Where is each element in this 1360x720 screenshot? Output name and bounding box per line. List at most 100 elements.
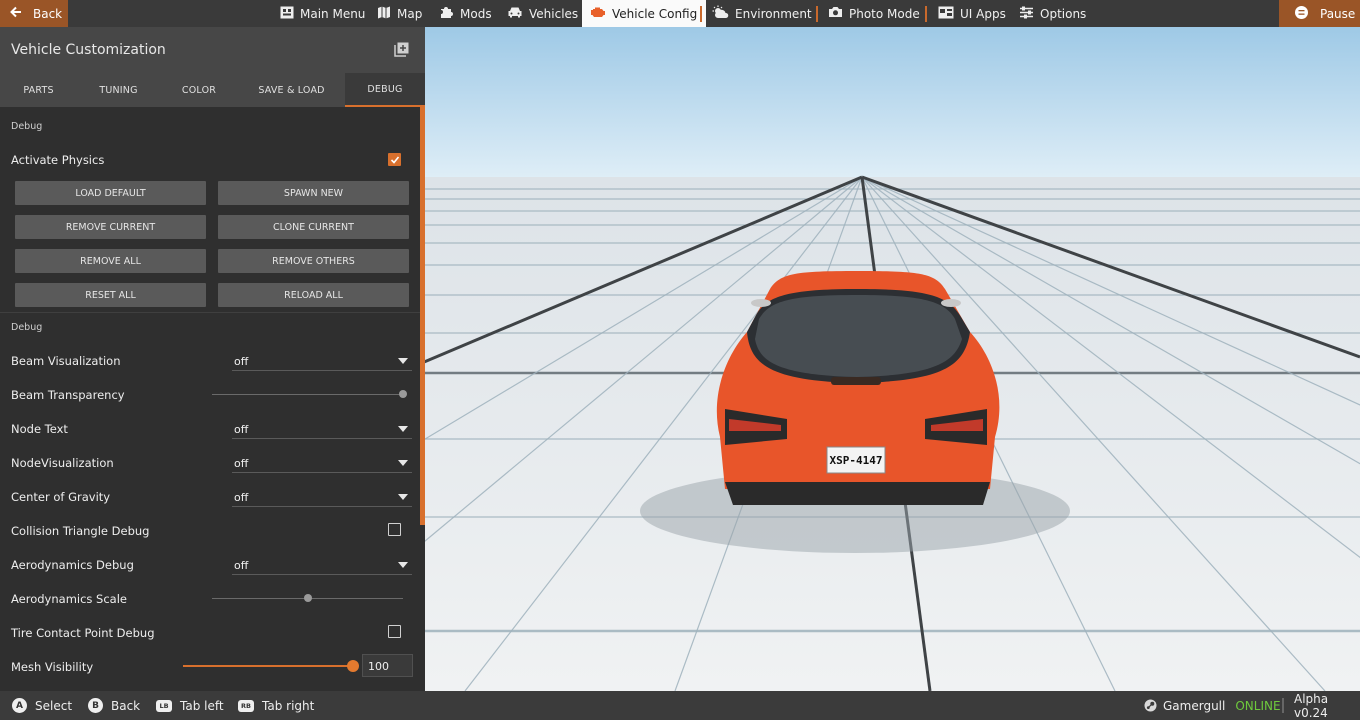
hint-label: Tab left bbox=[180, 698, 224, 713]
pause-icon bbox=[1295, 5, 1308, 22]
reset-all-button[interactable]: RESET ALL bbox=[15, 283, 206, 307]
mesh-visibility-input[interactable]: 100 bbox=[362, 654, 413, 677]
checkmark-icon bbox=[390, 155, 399, 164]
panel-tabs: PARTS TUNING COLOR SAVE & LOAD DEBUG bbox=[0, 73, 425, 107]
menu-environment[interactable]: Environment bbox=[712, 0, 812, 27]
menu-label: UI Apps bbox=[960, 6, 1006, 21]
back-button[interactable]: Back bbox=[0, 0, 68, 27]
scene-render: XSP-4147 bbox=[425, 27, 1360, 691]
mesh-visibility-knob[interactable] bbox=[347, 660, 359, 672]
beam-transparency-label: Beam Transparency bbox=[11, 388, 125, 402]
hint-label: Tab right bbox=[262, 698, 315, 713]
tire-contact-point-debug-checkbox[interactable] bbox=[388, 625, 401, 638]
hint-back: B Back bbox=[88, 691, 140, 720]
menu-mods[interactable]: Mods bbox=[440, 0, 492, 27]
menu-options[interactable]: Options bbox=[1019, 0, 1086, 27]
activate-physics-checkbox[interactable] bbox=[388, 153, 401, 166]
chevron-down-icon bbox=[398, 494, 408, 500]
online-status: ONLINE bbox=[1235, 698, 1281, 713]
tab-tuning[interactable]: TUNING bbox=[77, 73, 160, 107]
menu-ui-apps[interactable]: UI Apps bbox=[938, 0, 1006, 27]
main-menu-icon bbox=[280, 6, 300, 22]
top-menu-bar: Back Main Menu Map Mods Vehicles Vehicle… bbox=[0, 0, 1360, 27]
node-text-select[interactable]: off bbox=[232, 419, 412, 439]
beam-transparency-knob[interactable] bbox=[399, 390, 407, 398]
activate-physics-label: Activate Physics bbox=[11, 153, 105, 167]
menu-map[interactable]: Map bbox=[377, 0, 422, 27]
pause-button[interactable]: Pause bbox=[1279, 0, 1360, 27]
menu-vehicles[interactable]: Vehicles bbox=[507, 0, 578, 27]
beam-visualization-select[interactable]: off bbox=[232, 351, 412, 371]
user-info: Gamergull ONLINE bbox=[1144, 691, 1281, 720]
pause-label: Pause bbox=[1320, 6, 1356, 21]
collision-triangle-debug-label: Collision Triangle Debug bbox=[11, 524, 150, 538]
node-visualization-select[interactable]: off bbox=[232, 453, 412, 473]
b-button-icon: B bbox=[88, 698, 103, 713]
load-default-button[interactable]: LOAD DEFAULT bbox=[15, 181, 206, 205]
collision-triangle-debug-checkbox[interactable] bbox=[388, 523, 401, 536]
license-plate-text: XSP-4147 bbox=[830, 454, 883, 467]
mesh-visibility-slider[interactable] bbox=[183, 665, 353, 667]
center-of-gravity-label: Center of Gravity bbox=[11, 490, 111, 504]
car-icon bbox=[507, 6, 529, 21]
remove-all-button[interactable]: REMOVE ALL bbox=[15, 249, 206, 273]
aerodynamics-scale-label: Aerodynamics Scale bbox=[11, 592, 127, 606]
select-value: off bbox=[234, 457, 249, 470]
rb-button-icon: RB bbox=[238, 699, 254, 712]
hint-tab-left: LB Tab left bbox=[156, 691, 224, 720]
panel-header: Vehicle Customization bbox=[0, 27, 425, 73]
menu-label: Mods bbox=[460, 6, 492, 21]
menu-label: Vehicle Config bbox=[612, 6, 698, 21]
center-of-gravity-select[interactable]: off bbox=[232, 487, 412, 507]
tab-parts[interactable]: PARTS bbox=[0, 73, 77, 107]
spawn-new-button[interactable]: SPAWN NEW bbox=[218, 181, 409, 205]
hint-select: A Select bbox=[12, 691, 72, 720]
map-icon bbox=[377, 6, 397, 22]
menu-photo-mode[interactable]: Photo Mode bbox=[828, 0, 920, 27]
select-value: off bbox=[234, 559, 249, 572]
copy-icon[interactable] bbox=[394, 42, 409, 61]
tire-contact-point-debug-label: Tire Contact Point Debug bbox=[11, 626, 155, 640]
clone-current-button[interactable]: CLONE CURRENT bbox=[218, 215, 409, 239]
beam-visualization-label: Beam Visualization bbox=[11, 354, 121, 368]
hint-label: Select bbox=[35, 698, 73, 713]
beam-transparency-slider[interactable] bbox=[212, 394, 403, 395]
menu-label: Photo Mode bbox=[849, 6, 920, 21]
aerodynamics-debug-label: Aerodynamics Debug bbox=[11, 558, 134, 572]
camera-icon bbox=[828, 6, 849, 21]
reload-all-button[interactable]: RELOAD ALL bbox=[218, 283, 409, 307]
remove-others-button[interactable]: REMOVE OTHERS bbox=[218, 249, 409, 273]
menu-label: Main Menu bbox=[300, 6, 366, 21]
node-text-label: Node Text bbox=[11, 422, 68, 436]
select-value: off bbox=[234, 423, 249, 436]
a-button-icon: A bbox=[12, 698, 27, 713]
engine-icon bbox=[590, 6, 612, 22]
weather-icon bbox=[712, 5, 735, 22]
tab-save-load[interactable]: SAVE & LOAD bbox=[238, 73, 345, 107]
menu-vehicle-config[interactable]: Vehicle Config bbox=[582, 0, 707, 27]
3d-viewport[interactable]: XSP-4147 bbox=[425, 27, 1360, 691]
chevron-down-icon bbox=[398, 562, 408, 568]
lb-button-icon: LB bbox=[156, 699, 172, 712]
tab-color[interactable]: COLOR bbox=[160, 73, 238, 107]
username: Gamergull bbox=[1163, 698, 1226, 713]
tab-debug[interactable]: DEBUG bbox=[345, 73, 425, 107]
steam-icon bbox=[1144, 699, 1157, 712]
hint-tab-right: RB Tab right bbox=[238, 691, 314, 720]
aerodynamics-scale-knob[interactable] bbox=[304, 594, 312, 602]
bottom-hint-bar: A Select B Back LB Tab left RB Tab right… bbox=[0, 691, 1360, 720]
version-label: Alpha v0.24 bbox=[1294, 691, 1329, 720]
sliders-icon bbox=[1019, 6, 1040, 22]
select-value: off bbox=[234, 355, 249, 368]
remove-current-button[interactable]: REMOVE CURRENT bbox=[15, 215, 206, 239]
menu-separator bbox=[816, 6, 818, 22]
menu-main-menu[interactable]: Main Menu bbox=[280, 0, 365, 27]
panel-title: Vehicle Customization bbox=[11, 42, 166, 58]
back-label: Back bbox=[33, 6, 63, 21]
chevron-down-icon bbox=[398, 460, 408, 466]
scrollbar[interactable] bbox=[420, 105, 425, 525]
aerodynamics-debug-select[interactable]: off bbox=[232, 555, 412, 575]
menu-separator bbox=[700, 6, 702, 22]
hint-label: Back bbox=[111, 698, 141, 713]
select-value: off bbox=[234, 491, 249, 504]
